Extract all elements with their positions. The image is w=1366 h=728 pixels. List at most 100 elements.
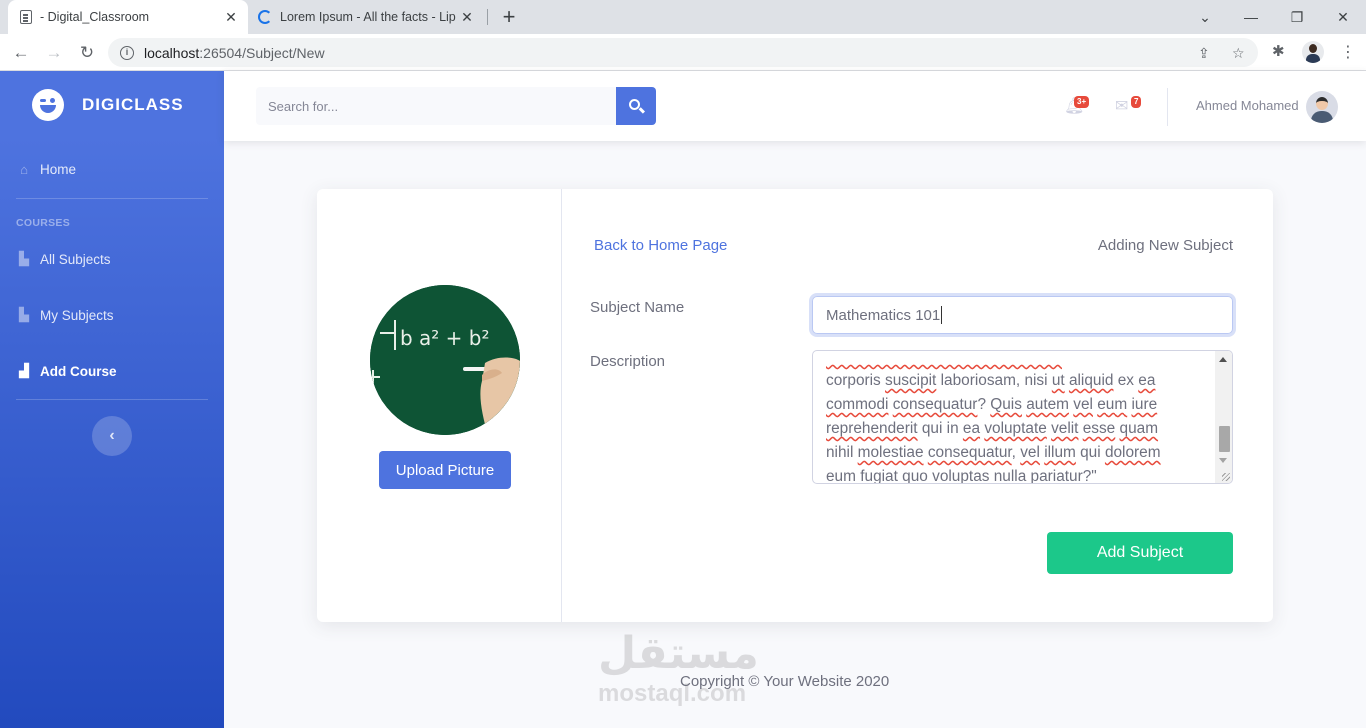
search-button[interactable] — [616, 87, 656, 125]
briefcase-icon: ▟ — [19, 363, 29, 378]
desc-word: voluptate — [984, 420, 1047, 437]
sidebar-item-my-subjects[interactable]: ▙ My Subjects — [16, 307, 114, 323]
description-label: Description — [590, 353, 666, 370]
picture-panel: b a² + b² Upload Picture — [317, 189, 562, 622]
home-icon: ⌂ — [20, 162, 28, 177]
desc-word: vel — [1073, 396, 1093, 413]
sidebar-item-home[interactable]: ⌂ Home — [16, 162, 76, 177]
sidebar-item-label: All Subjects — [40, 251, 111, 267]
reload-icon[interactable]: ↻ — [74, 40, 100, 66]
resize-grip-icon[interactable] — [1222, 473, 1230, 481]
description-text: xxxxxxx xxxxx xxxxxxxxxxx xxxxxx corpori… — [826, 351, 1212, 484]
folder-icon: ▙ — [19, 251, 29, 266]
browser-menu-icon[interactable]: ⋮ — [1340, 42, 1356, 62]
desc-word: esse — [1082, 420, 1116, 437]
bookmark-star-icon[interactable]: ☆ — [1232, 45, 1245, 62]
site-info-icon[interactable]: i — [120, 45, 134, 60]
tab-search-icon[interactable]: ⌄ — [1182, 0, 1228, 34]
desc-word: xxxxxxx xxxxx xxxxxxxxxxx xxxxxx — [826, 351, 1062, 365]
share-icon[interactable]: ⇪ — [1198, 45, 1210, 62]
address-bar-row: ← → ↻ i localhost:26504/Subject/New ⇪ ☆ … — [0, 34, 1366, 71]
messages-badge: 7 — [1131, 96, 1142, 108]
sidebar-item-label: Home — [40, 162, 77, 177]
alerts-badge: 3+ — [1074, 96, 1090, 108]
subject-name-value: Mathematics 101 — [826, 306, 941, 324]
new-tab-button[interactable]: + — [498, 4, 520, 30]
brand[interactable]: DIGICLASS — [32, 89, 184, 121]
tab-title: Lorem Ipsum - All the facts - Lipsum — [280, 10, 456, 24]
watermark-arabic: مستقل — [598, 628, 759, 679]
back-to-home-link[interactable]: Back to Home Page — [594, 237, 727, 254]
desc-word: suscipit — [885, 372, 937, 389]
sidebar-toggle-button[interactable]: ‹ — [92, 416, 132, 456]
desc-word: consequatur — [892, 396, 978, 413]
loading-spinner-icon — [258, 10, 272, 24]
url-host: localhost — [144, 44, 200, 61]
add-subject-button[interactable]: Add Subject — [1047, 532, 1233, 574]
desc-word: illum — [1044, 444, 1076, 461]
textarea-scrollbar[interactable] — [1215, 351, 1232, 483]
tab-separator — [487, 9, 488, 25]
envelope-icon[interactable]: ✉ — [1115, 96, 1128, 116]
desc-word: quam — [1119, 420, 1159, 437]
folder-icon: ▙ — [19, 307, 29, 322]
minimize-button[interactable]: — — [1228, 0, 1274, 34]
tab-close-icon[interactable]: ✕ — [220, 9, 242, 26]
search-input[interactable] — [256, 87, 616, 125]
board-formula: b a² + b² — [400, 326, 490, 350]
desc-word: aliquid — [1068, 372, 1114, 389]
upload-picture-button[interactable]: Upload Picture — [379, 451, 511, 489]
footer-copyright: Copyright © Your Website 2020 — [680, 673, 890, 690]
extensions-puzzle-icon[interactable]: ✱ — [1272, 42, 1285, 60]
scroll-down-arrow-icon[interactable] — [1219, 458, 1227, 463]
browser-tab-inactive[interactable]: Lorem Ipsum - All the facts - Lipsum ✕ — [250, 0, 486, 34]
desc-word: pariatur — [1030, 468, 1083, 484]
desc-word: molestiae — [857, 444, 924, 461]
scroll-up-arrow-icon[interactable] — [1219, 357, 1227, 362]
desc-word: velit — [1051, 420, 1079, 437]
description-textarea[interactable]: xxxxxxx xxxxx xxxxxxxxxxx xxxxxx corpori… — [812, 350, 1233, 484]
desc-word: dolorem — [1104, 444, 1161, 461]
subject-picture: b a² + b² — [370, 285, 520, 435]
user-name[interactable]: Ahmed Mohamed — [1196, 98, 1299, 113]
sidebar-item-add-course[interactable]: ▟ Add Course — [16, 363, 117, 379]
text-caret — [941, 306, 943, 324]
desc-word: eum — [826, 468, 856, 484]
topbar-divider — [1167, 88, 1168, 126]
desc-word: voluptas — [932, 468, 990, 484]
forward-arrow-icon[interactable]: → — [41, 40, 67, 66]
sidebar-divider — [16, 399, 208, 400]
desc-word: consequatur — [927, 444, 1012, 461]
browser-tab-bar: - Digital_Classroom ✕ Lorem Ipsum - All … — [0, 0, 1366, 34]
sidebar: DIGICLASS ⌂ Home COURSES ▙ All Subjects … — [0, 71, 224, 728]
url-text: localhost:26504/Subject/New — [144, 45, 325, 61]
sidebar-item-all-subjects[interactable]: ▙ All Subjects — [16, 251, 111, 267]
desc-word: ea — [962, 420, 981, 437]
desc-word: fugiat — [860, 468, 898, 484]
subject-name-label: Subject Name — [590, 299, 685, 316]
user-avatar[interactable] — [1306, 91, 1338, 123]
back-arrow-icon[interactable]: ← — [8, 40, 34, 66]
sidebar-item-label: My Subjects — [40, 307, 114, 323]
url-path: :26504/Subject/New — [199, 44, 325, 61]
tab-close-icon[interactable]: ✕ — [456, 9, 478, 26]
topbar: 🔔︎ 3+ ✉ 7 Ahmed Mohamed — [224, 71, 1366, 141]
scroll-thumb[interactable] — [1219, 426, 1230, 452]
maximize-button[interactable]: ❐ — [1274, 0, 1320, 34]
sidebar-item-label: Add Course — [40, 363, 117, 379]
url-field[interactable]: i localhost:26504/Subject/New ⇪ ☆ — [108, 38, 1258, 67]
desc-word: ea — [1138, 372, 1156, 389]
brand-name: DIGICLASS — [82, 95, 184, 114]
desc-word: eum — [1097, 396, 1128, 413]
mostaql-watermark: مستقل mostaql.com — [598, 632, 759, 706]
desc-word: vel — [1020, 444, 1040, 461]
desc-word: Quis — [990, 396, 1022, 413]
search-form — [256, 87, 656, 125]
sidebar-divider — [16, 198, 208, 199]
sidebar-heading-courses: COURSES — [16, 217, 71, 229]
browser-tab-active[interactable]: - Digital_Classroom ✕ — [8, 0, 248, 34]
close-window-button[interactable]: ✕ — [1320, 0, 1366, 34]
search-icon — [629, 99, 640, 110]
subject-name-input[interactable]: Mathematics 101 — [812, 296, 1233, 334]
browser-profile-avatar[interactable] — [1302, 41, 1324, 63]
